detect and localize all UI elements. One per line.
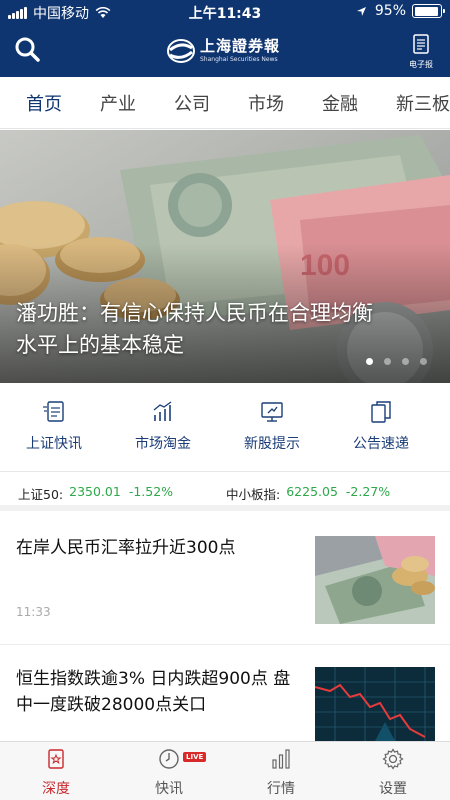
ticker-sme-board[interactable]: 中小板指: 6225.05 -2.27% — [226, 484, 390, 503]
bottom-nav: 深度 快讯 LIVE 行情 设置 — [0, 741, 450, 800]
battery-percent: 95% — [374, 3, 406, 19]
live-badge: LIVE — [183, 752, 207, 762]
news-flash-icon — [43, 401, 64, 422]
market-chart-icon — [153, 401, 172, 421]
tab-industry[interactable]: 产业 — [100, 90, 136, 116]
news-time: 11:33 — [16, 605, 51, 619]
ticker-value: 6225.05 — [286, 484, 338, 499]
quick-link-news-flash[interactable]: 上证快讯 — [4, 399, 104, 453]
ticker-name: 中小板指: — [226, 487, 281, 502]
announcement-copy-icon — [371, 401, 391, 423]
index-ticker: 上证50: 2350.01 -1.52% 中小板指: 6225.05 -2.27… — [0, 471, 450, 511]
ticker-change: -2.27% — [345, 484, 391, 499]
news-thumbnail — [315, 667, 435, 741]
quick-link-label: 公告速递 — [353, 436, 409, 452]
app-logo: 上海證券報 Shanghai Securities News — [166, 34, 286, 68]
tab-home[interactable]: 首页 — [26, 90, 62, 116]
logo-emblem-icon — [167, 39, 195, 63]
bar-chart-icon — [272, 749, 290, 769]
ticker-sse50[interactable]: 上证50: 2350.01 -1.52% — [18, 484, 173, 503]
carousel-dot[interactable] — [384, 358, 391, 365]
nav-label: 深度 — [42, 781, 70, 797]
nav-label: 快讯 — [155, 781, 183, 797]
carousel-dot[interactable] — [366, 358, 373, 365]
nav-label: 设置 — [379, 781, 407, 797]
ticker-change: -1.52% — [128, 484, 174, 499]
search-icon — [15, 37, 40, 62]
category-tabs: 首页 产业 公司 市场 金融 新三板 — [0, 77, 450, 129]
logo-english: Shanghai Securities News — [200, 56, 278, 63]
location-arrow-icon — [356, 6, 366, 16]
quick-link-announcement[interactable]: 公告速递 — [331, 399, 431, 453]
tab-finance[interactable]: 金融 — [322, 90, 358, 116]
quick-link-label: 上证快讯 — [26, 436, 82, 452]
ticker-name: 上证50: — [18, 487, 64, 502]
clock-icon — [159, 749, 179, 769]
nav-label: 行情 — [267, 781, 295, 797]
banner-title[interactable]: 潘功胜：有信心保持人民币在合理均衡水平上的基本稳定 — [16, 297, 376, 361]
news-item[interactable]: 恒生指数跌逾3% 日内跌超900点 盘中一度跌破28000点关口 — [0, 651, 450, 741]
battery-fill — [414, 6, 439, 16]
ticker-value: 2350.01 — [69, 484, 121, 499]
epaper-icon — [413, 34, 429, 54]
tab-new-third-board[interactable]: 新三板 — [396, 90, 450, 116]
logo-chinese: 上海證券報 — [200, 37, 281, 55]
status-right: 95% — [356, 3, 445, 19]
news-thumbnail-image — [315, 536, 435, 624]
gear-icon — [382, 748, 404, 770]
quick-link-label: 市场淘金 — [135, 436, 191, 452]
carousel-dots — [366, 358, 438, 365]
nav-depth[interactable]: 深度 — [11, 747, 101, 798]
quick-links: 上证快讯 市场淘金 新股提示 公告速递 — [0, 385, 450, 470]
tab-market[interactable]: 市场 — [248, 90, 284, 116]
app-header: 中国移动 上午11:43 95% 上海證券報 Shanghai Securiti… — [0, 0, 450, 77]
news-item[interactable]: 在岸人民币汇率拉升近300点 11:33 — [0, 517, 450, 645]
epaper-button[interactable]: 电子报 — [404, 34, 438, 69]
status-bar: 中国移动 上午11:43 95% — [0, 0, 450, 24]
quick-link-label: 新股提示 — [244, 436, 300, 452]
news-thumbnail-image — [315, 667, 435, 741]
depth-star-icon — [48, 749, 64, 769]
quick-link-ipo[interactable]: 新股提示 — [222, 399, 322, 453]
quick-link-market[interactable]: 市场淘金 — [113, 399, 213, 453]
epaper-label: 电子报 — [409, 60, 433, 69]
search-button[interactable] — [12, 34, 44, 66]
carousel-dot[interactable] — [420, 358, 427, 365]
nav-settings[interactable]: 设置 — [348, 747, 438, 798]
battery-icon — [412, 4, 445, 18]
carousel-dot[interactable] — [402, 358, 409, 365]
news-title: 在岸人民币汇率拉升近300点 — [16, 538, 236, 558]
news-thumbnail — [315, 536, 435, 624]
news-title: 恒生指数跌逾3% 日内跌超900点 盘中一度跌破28000点关口 — [16, 669, 291, 715]
nav-quotes[interactable]: 行情 — [236, 747, 326, 798]
tab-company[interactable]: 公司 — [174, 90, 210, 116]
ipo-monitor-icon — [261, 402, 283, 422]
